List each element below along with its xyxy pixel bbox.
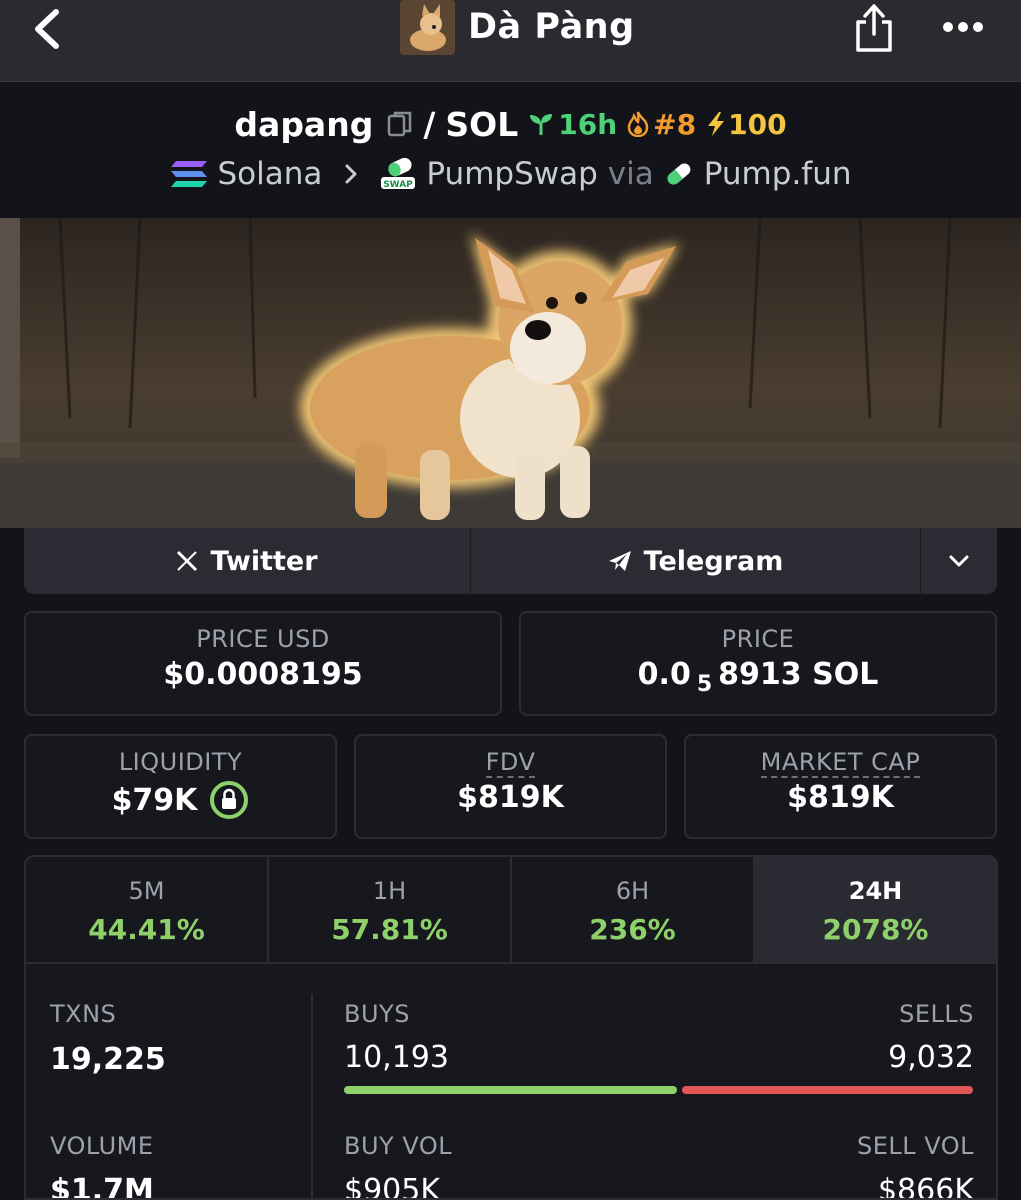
boost-badge: 100 <box>706 107 787 141</box>
chevron-down-icon <box>949 555 969 567</box>
lightning-icon <box>708 112 725 136</box>
token-avatar <box>400 0 455 55</box>
fdv-label[interactable]: FDV <box>485 748 536 778</box>
fdv-value: $819K <box>457 780 564 815</box>
share-button[interactable] <box>852 2 896 54</box>
launchpad-name[interactable]: Pump.fun <box>704 156 852 192</box>
more-links-dropdown[interactable] <box>921 528 997 594</box>
pill-icon <box>667 163 691 185</box>
twitter-button[interactable]: Twitter <box>24 528 471 594</box>
token-banner-image <box>0 218 1021 528</box>
tab-change: 57.81% <box>331 913 448 946</box>
base-symbol: dapang <box>234 104 374 144</box>
quote-symbol: SOL <box>445 104 519 144</box>
volume-label: VOLUME <box>50 1132 154 1160</box>
pair-separator: / <box>423 104 436 144</box>
tab-label: 24H <box>848 877 903 905</box>
market-cap-value: $819K <box>787 780 894 815</box>
svg-text:SWAP: SWAP <box>384 180 414 190</box>
price-suffix: 8913 SOL <box>718 657 879 692</box>
solana-icon <box>170 161 207 187</box>
pair-header: dapang / SOL 16h #8 100 Solana SWAP Pump… <box>0 83 1021 218</box>
buys-value: 10,193 <box>344 1040 449 1075</box>
txns-stats: TXNS 19,225 BUYS 10,193 SELLS 9,032 VOLU… <box>26 966 996 1200</box>
more-dots-icon <box>943 22 983 32</box>
pair-name-row: dapang / SOL 16h #8 100 <box>0 101 1021 147</box>
tab-1h[interactable]: 1H 57.81% <box>269 857 512 962</box>
price-usd-value: $0.0008195 <box>163 657 363 692</box>
more-button[interactable] <box>940 14 986 40</box>
price-usd-label: PRICE USD <box>196 625 330 653</box>
sells-ratio-bar <box>682 1086 973 1094</box>
tab-label: 6H <box>615 877 650 905</box>
copy-icon[interactable] <box>387 110 413 138</box>
sell-vol-value: $866K <box>877 1173 974 1200</box>
txns-value: 19,225 <box>50 1042 166 1077</box>
sells-value: 9,032 <box>888 1040 974 1075</box>
via-label: via <box>607 156 654 192</box>
chevron-right-icon <box>345 164 357 184</box>
buy-vol-label: BUY VOL <box>344 1132 453 1160</box>
market-cap-label[interactable]: MARKET CAP <box>760 748 921 778</box>
flame-icon <box>627 111 649 137</box>
price-native-card: PRICE 0.0 5 8913 SOL <box>519 611 997 716</box>
txns-label: TXNS <box>50 1000 117 1028</box>
volume-value: $1.7M <box>50 1173 154 1200</box>
market-cap-card: MARKET CAP $819K <box>684 734 997 839</box>
back-button[interactable] <box>28 4 68 54</box>
divider <box>311 994 313 1198</box>
share-icon <box>856 4 892 52</box>
tab-6h[interactable]: 6H 236% <box>512 857 755 962</box>
boost-value: 100 <box>728 107 787 141</box>
rank-badge: #8 <box>627 108 696 141</box>
tab-change: 236% <box>589 913 676 946</box>
tab-change: 44.41% <box>88 913 205 946</box>
liquidity-card: LIQUIDITY $79K <box>24 734 337 839</box>
buys-label: BUYS <box>344 1000 410 1028</box>
buy-vol-value: $905K <box>344 1173 441 1200</box>
price-usd-card: PRICE USD $0.0008195 <box>24 611 502 716</box>
sprout-icon <box>530 114 553 135</box>
price-native-label: PRICE <box>721 625 795 653</box>
price-zero-count: 5 <box>696 672 713 697</box>
tab-24h[interactable]: 24H 2078% <box>755 857 996 962</box>
age-value: 16h <box>558 107 618 141</box>
liquidity-value: $79K <box>111 782 198 818</box>
telegram-label: Telegram <box>643 545 784 577</box>
age-badge: 16h <box>528 108 617 141</box>
timeframe-stats-panel: 5M 44.41% 1H 57.81% 6H 236% 24H 2078% TX… <box>24 855 998 1200</box>
chain-breadcrumb: Solana SWAP PumpSwap via Pump.fun <box>0 153 1021 195</box>
x-logo-icon <box>177 550 198 572</box>
buys-ratio-bar <box>344 1086 677 1094</box>
dex-name[interactable]: PumpSwap <box>426 156 597 192</box>
fdv-card: FDV $819K <box>354 734 667 839</box>
sells-label: SELLS <box>899 1000 974 1028</box>
chain-name[interactable]: Solana <box>218 156 323 192</box>
chevron-left-icon <box>35 9 59 49</box>
tab-label: 1H <box>372 877 407 905</box>
sell-vol-label: SELL VOL <box>856 1132 974 1160</box>
telegram-icon <box>608 551 631 571</box>
social-links-bar: Twitter Telegram <box>24 528 997 594</box>
page-title: Dà Pàng <box>468 7 635 47</box>
top-nav-bar: Dà Pàng <box>0 0 1021 82</box>
price-prefix: 0.0 <box>637 657 691 692</box>
timeframe-tabs: 5M 44.41% 1H 57.81% 6H 236% 24H 2078% <box>26 857 996 964</box>
twitter-label: Twitter <box>210 545 318 577</box>
lock-icon <box>210 781 249 819</box>
liquidity-label: LIQUIDITY <box>118 748 243 776</box>
price-native-value: 0.0 5 8913 SOL <box>521 657 995 697</box>
tab-change: 2078% <box>822 913 929 946</box>
tab-5m[interactable]: 5M 44.41% <box>26 857 269 962</box>
pumpswap-icon: SWAP <box>381 158 416 190</box>
rank-value: #8 <box>653 107 697 141</box>
telegram-button[interactable]: Telegram <box>471 528 921 594</box>
tab-label: 5M <box>128 877 165 905</box>
